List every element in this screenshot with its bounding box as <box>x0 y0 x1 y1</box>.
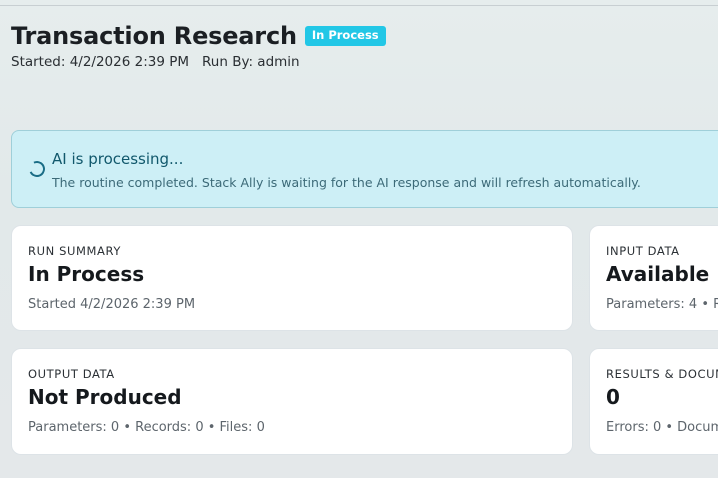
ai-processing-banner: AI is processing... The routine complete… <box>11 130 718 208</box>
card-value: Not Produced <box>28 385 182 409</box>
card-subtext: Parameters: 0 • Records: 0 • Files: 0 <box>28 420 265 435</box>
card-value: 0 <box>606 385 620 409</box>
banner-message: The routine completed. Stack Ally is wai… <box>52 175 641 190</box>
page-title: Transaction Research <box>11 22 297 50</box>
card-label: RUN SUMMARY <box>28 244 121 258</box>
card-subtext: Parameters: 4 • Records: 0 • Files: 0 <box>606 297 718 312</box>
card-value: In Process <box>28 262 145 286</box>
input-data-card: INPUT DATA Available Parameters: 4 • Rec… <box>589 225 718 331</box>
started-text: Started: 4/2/2026 2:39 PM <box>11 54 190 70</box>
title-row: Transaction Research In Process <box>11 22 711 50</box>
page-header: Transaction Research In Process Started:… <box>11 22 711 70</box>
top-divider <box>0 5 718 6</box>
run-summary-card: RUN SUMMARY In Process Started 4/2/2026 … <box>11 225 573 331</box>
card-subtext: Errors: 0 • Documents: 0 <box>606 420 718 435</box>
banner-title: AI is processing... <box>52 150 184 168</box>
spinner-icon <box>26 158 48 180</box>
run-meta: Started: 4/2/2026 2:39 PM Run By: admin <box>11 54 711 70</box>
results-documents-card: RESULTS & DOCUMENTS 0 Errors: 0 • Docume… <box>589 348 718 455</box>
card-subtext: Started 4/2/2026 2:39 PM <box>28 297 196 312</box>
status-badge: In Process <box>304 26 386 46</box>
run-by-text: Run By: admin <box>202 54 300 70</box>
card-label: OUTPUT DATA <box>28 367 115 381</box>
card-label: INPUT DATA <box>606 244 680 258</box>
card-value: Available <box>606 262 710 286</box>
output-data-card: OUTPUT DATA Not Produced Parameters: 0 •… <box>11 348 573 455</box>
card-label: RESULTS & DOCUMENTS <box>606 367 718 381</box>
